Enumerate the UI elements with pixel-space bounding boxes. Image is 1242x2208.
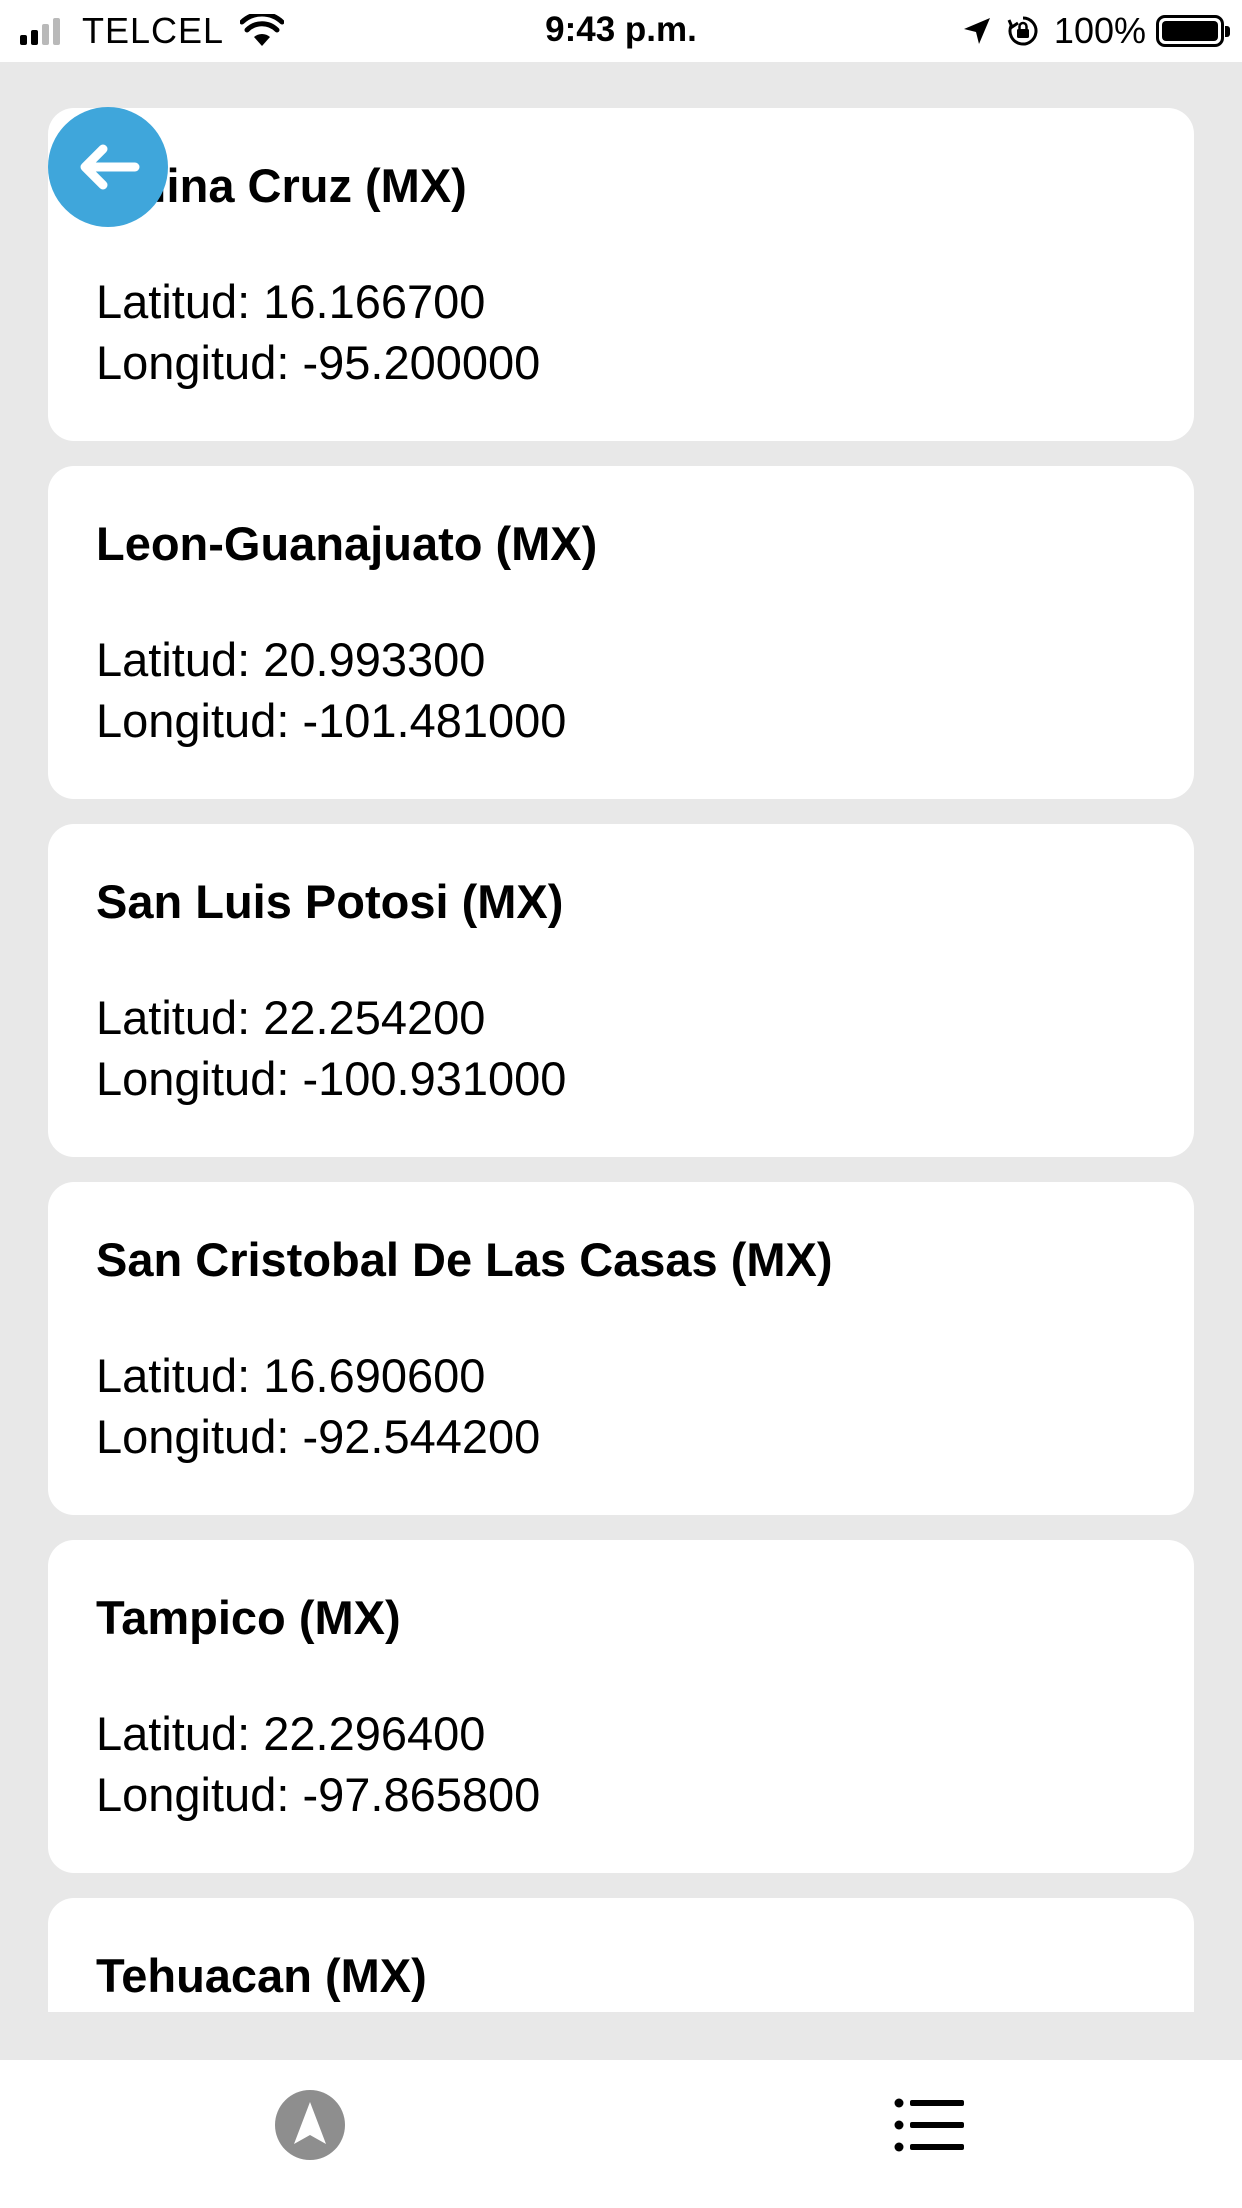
status-right: 100% <box>962 10 1230 52</box>
orientation-lock-icon <box>1007 16 1038 46</box>
battery-icon <box>1156 15 1230 47</box>
location-coordinates: Latitud: 22.254200 Longitud: -100.931000 <box>96 987 1146 1109</box>
location-coordinates: Latitud: 20.993300 Longitud: -101.481000 <box>96 629 1146 751</box>
navigation-arrow-icon <box>275 2090 345 2160</box>
location-card[interactable]: Tehuacan (MX) <box>48 1898 1194 2012</box>
arrow-left-icon <box>80 144 140 190</box>
back-button[interactable] <box>48 107 168 227</box>
latitude-text: Latitud: 22.296400 <box>96 1707 486 1760</box>
latitude-text: Latitud: 22.254200 <box>96 991 486 1044</box>
tab-navigation[interactable] <box>250 2080 370 2170</box>
location-card[interactable]: San Luis Potosi (MX) Latitud: 22.254200 … <box>48 824 1194 1157</box>
latitude-text: Latitud: 20.993300 <box>96 633 486 686</box>
longitude-text: Longitud: -92.544200 <box>96 1410 541 1463</box>
location-card[interactable]: San Cristobal De Las Casas (MX) Latitud:… <box>48 1182 1194 1515</box>
location-card[interactable]: Leon-Guanajuato (MX) Latitud: 20.993300 … <box>48 466 1194 799</box>
location-list-view[interactable]: Salina Cruz (MX) Latitud: 16.166700 Long… <box>0 62 1242 2012</box>
list-icon <box>894 2098 964 2152</box>
longitude-text: Longitud: -100.931000 <box>96 1052 567 1105</box>
location-name: Tehuacan (MX) <box>96 1949 427 2002</box>
latitude-text: Latitud: 16.166700 <box>96 275 486 328</box>
location-card[interactable]: Salina Cruz (MX) Latitud: 16.166700 Long… <box>48 108 1194 441</box>
location-name: San Cristobal De Las Casas (MX) <box>96 1233 833 1286</box>
location-coordinates: Latitud: 22.296400 Longitud: -97.865800 <box>96 1703 1146 1825</box>
location-services-icon <box>963 18 990 44</box>
tab-list[interactable] <box>870 2080 990 2170</box>
location-name: Tampico (MX) <box>96 1591 401 1644</box>
location-name: Leon-Guanajuato (MX) <box>96 517 598 570</box>
location-coordinates: Latitud: 16.166700 Longitud: -95.200000 <box>96 271 1146 393</box>
tab-bar <box>0 2060 1242 2208</box>
longitude-text: Longitud: -101.481000 <box>96 694 567 747</box>
location-name: San Luis Potosi (MX) <box>96 875 564 928</box>
location-card[interactable]: Tampico (MX) Latitud: 22.296400 Longitud… <box>48 1540 1194 1873</box>
location-coordinates: Latitud: 16.690600 Longitud: -92.544200 <box>96 1345 1146 1467</box>
longitude-text: Longitud: -95.200000 <box>96 336 541 389</box>
status-bar: TELCEL 9:43 p.m. 100% <box>0 0 1242 62</box>
battery-percent: 100% <box>1053 10 1146 51</box>
location-name: Salina Cruz (MX) <box>96 159 467 212</box>
location-list: Salina Cruz (MX) Latitud: 16.166700 Long… <box>48 108 1194 2012</box>
latitude-text: Latitud: 16.690600 <box>96 1349 486 1402</box>
longitude-text: Longitud: -97.865800 <box>96 1768 541 1821</box>
